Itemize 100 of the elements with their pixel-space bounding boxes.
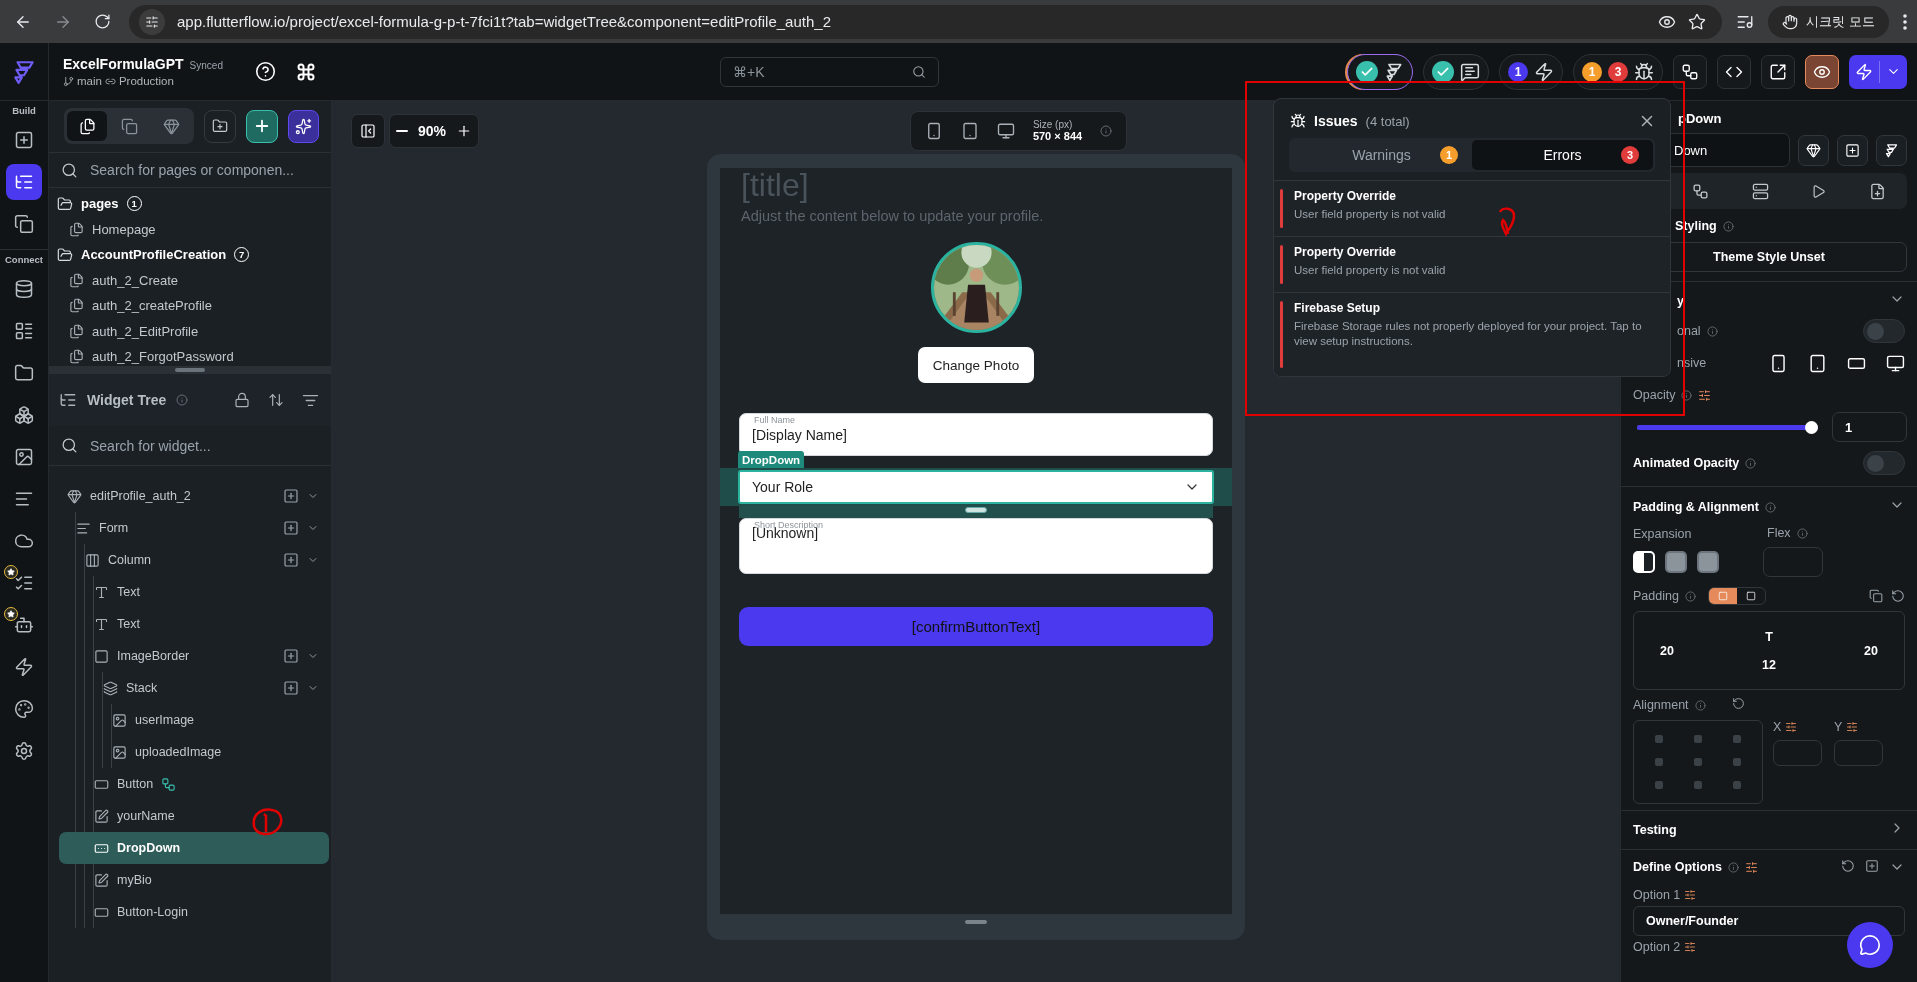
tree-item[interactable]: yourName — [59, 800, 329, 832]
issue-tab[interactable]: Errors 3 — [1472, 140, 1653, 170]
panel-tab[interactable] — [67, 111, 107, 141]
folder-label[interactable]: pages — [81, 196, 119, 212]
settings-icon — [14, 741, 34, 761]
padding-value[interactable]: T — [1765, 629, 1773, 644]
folder-icon — [14, 363, 34, 383]
tree-item[interactable]: userImage — [59, 704, 329, 736]
status-chip[interactable] — [1423, 53, 1489, 90]
page-item[interactable]: auth_2_EditProfile — [92, 323, 199, 339]
flow-button[interactable] — [1673, 54, 1707, 89]
tree-item[interactable]: uploadedImage — [59, 736, 329, 768]
branch-icon — [63, 75, 74, 87]
copy-icon — [120, 117, 138, 135]
text-area[interactable]: Short Description [Unknown] — [739, 518, 1213, 574]
incognito-button[interactable]: 시크릿 모드 — [1768, 5, 1889, 38]
new-folder-button[interactable] — [204, 109, 236, 143]
tree-item[interactable]: Form — [59, 512, 329, 544]
search-icon — [61, 161, 78, 179]
padding-value[interactable]: 12 — [1762, 657, 1776, 672]
square-icon — [1745, 591, 1756, 601]
tree-item[interactable]: DropDown — [59, 832, 329, 864]
page-item[interactable]: auth_2_Create — [92, 272, 178, 288]
sync-status: Synced — [189, 60, 223, 71]
tree-item[interactable]: Stack — [59, 672, 329, 704]
resize-handle[interactable] — [965, 507, 987, 513]
info-icon — [176, 394, 189, 406]
tree-item[interactable]: myBio — [59, 864, 329, 896]
x-input[interactable] — [1773, 740, 1822, 766]
logo-button[interactable] — [1876, 134, 1907, 166]
site-settings-icon — [145, 14, 159, 29]
flex-input[interactable] — [1763, 547, 1823, 577]
tree-item[interactable]: Column — [59, 544, 329, 576]
page-item[interactable]: auth_2_ForgotPassword — [92, 349, 234, 365]
rail-button[interactable] — [6, 164, 42, 200]
text-field[interactable]: Full Name [Display Name] — [739, 413, 1213, 456]
dropdown-field[interactable]: Your Role — [738, 470, 1214, 504]
boxes-icon — [14, 405, 34, 425]
ai-button[interactable] — [287, 109, 319, 143]
issue-title: Property Override — [1294, 189, 1398, 203]
expansion-option[interactable] — [1665, 551, 1687, 573]
y-input[interactable] — [1834, 740, 1883, 766]
page-item[interactable]: auth_2_createProfile — [92, 298, 212, 314]
status-chip[interactable]: 1 — [1499, 53, 1563, 90]
chat-icon — [1859, 934, 1881, 956]
padding-mode[interactable] — [1708, 588, 1737, 604]
info-icon — [1745, 457, 1757, 469]
animated-opacity-toggle[interactable] — [1863, 451, 1905, 475]
address-bar[interactable]: app.flutterflow.io/project/excel-formula-g-p-t-7fci1t?tab=widgetTree&component=editProfile_auth_2 — [129, 4, 1723, 39]
section-title: Padding & Alignment — [1633, 500, 1759, 514]
star-icon — [1688, 12, 1707, 31]
panel-title: Widget Tree — [87, 392, 167, 408]
widget-search-field[interactable]: Search for widget... — [88, 436, 319, 455]
open-external-button[interactable] — [1761, 54, 1795, 89]
preview-button[interactable] — [1805, 54, 1839, 89]
variable-icon — [1744, 860, 1758, 874]
page-search-field[interactable]: Search for pages or componen... — [88, 161, 319, 179]
issue-tab[interactable]: Warnings 1 — [1291, 140, 1472, 170]
file-plus-icon — [1868, 182, 1886, 200]
run-split-button[interactable] — [1849, 54, 1907, 89]
change-photo-button[interactable]: Change Photo — [918, 347, 1034, 383]
opacity-input[interactable]: 1 — [1832, 412, 1907, 442]
issue-total: (4 total) — [1365, 113, 1410, 129]
zoom-out-icon — [396, 129, 408, 132]
gem-button[interactable] — [1798, 134, 1829, 166]
resize-handle[interactable] — [965, 920, 987, 924]
variable-icon — [1785, 721, 1798, 733]
folder-label[interactable]: AccountProfileCreation — [81, 247, 227, 263]
variable-icon — [1684, 889, 1697, 901]
tree-item[interactable]: Text — [59, 576, 329, 608]
add-button[interactable] — [245, 109, 278, 143]
tree-item[interactable]: ImageBorder — [59, 640, 329, 672]
tree-item[interactable]: Button — [59, 768, 329, 800]
field-label: Opacity — [1633, 388, 1676, 402]
widget-tag: DropDown — [738, 451, 805, 468]
code-button[interactable] — [1717, 54, 1751, 89]
square-plus-icon — [14, 130, 34, 150]
section-title[interactable]: Testing — [1633, 823, 1677, 837]
variable-icon — [1846, 721, 1859, 733]
count-badge: 1 — [1508, 61, 1528, 82]
info-icon — [1684, 590, 1696, 602]
list-tree-icon — [14, 172, 34, 192]
branch-label[interactable]: main Production — [63, 75, 239, 87]
tree-item[interactable]: editProfile_auth_2 — [59, 480, 329, 512]
page-item[interactable]: Homepage — [92, 221, 156, 237]
padding-value[interactable]: 20 — [1864, 643, 1894, 658]
status-chip[interactable] — [1347, 53, 1413, 90]
tree-item[interactable]: Button-Login — [59, 896, 329, 928]
collapse-button[interactable] — [351, 113, 385, 148]
padding-value[interactable]: 20 — [1644, 643, 1763, 658]
status-chip[interactable]: 1 3 — [1573, 53, 1663, 90]
add-child-icon — [283, 680, 299, 696]
command-search[interactable]: ⌘+K — [720, 56, 939, 87]
add-widget-button[interactable] — [1837, 134, 1868, 166]
expansion-option[interactable] — [1697, 551, 1719, 573]
conditional-toggle[interactable] — [1863, 319, 1905, 343]
reset-icon — [1731, 697, 1745, 710]
tree-item[interactable]: Text — [59, 608, 329, 640]
expand-icon — [268, 391, 284, 408]
resize-handle[interactable] — [175, 368, 205, 372]
